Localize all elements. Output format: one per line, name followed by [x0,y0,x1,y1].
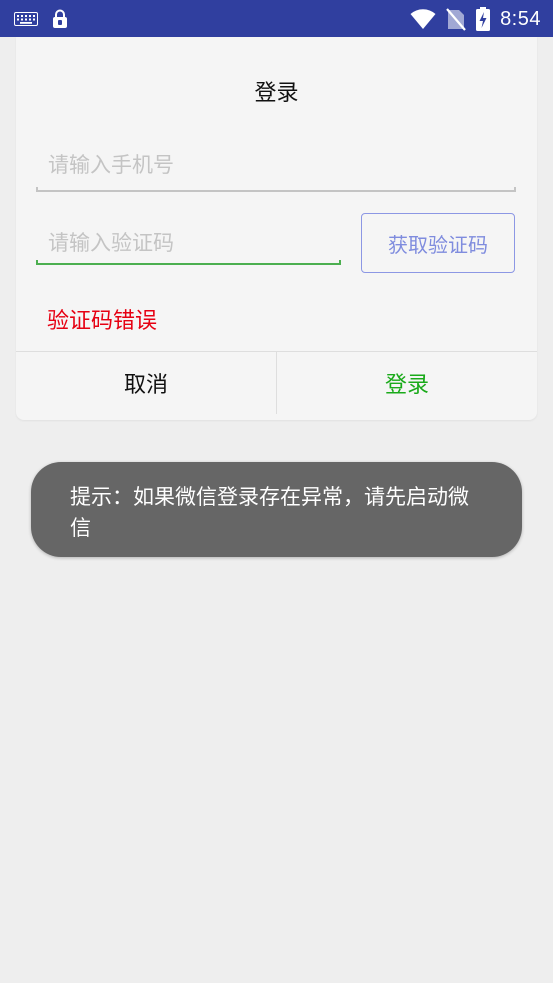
login-button[interactable]: 登录 [277,352,537,414]
no-sim-icon [446,7,466,31]
toast-message: 提示：如果微信登录存在异常，请先启动微信 [31,462,522,557]
clock-time: 8:54 [500,7,541,30]
get-verification-code-button[interactable]: 获取验证码 [361,213,515,273]
phone-number-input[interactable] [36,141,516,189]
error-message: 验证码错误 [47,309,158,334]
wifi-icon [410,8,436,30]
status-bar: 8:54 [0,0,553,37]
code-input-underline [36,260,341,265]
verification-code-input[interactable] [36,221,341,265]
cancel-button[interactable]: 取消 [16,352,276,414]
login-dialog: 登录 获取验证码 验证码错误 取消 登录 [16,37,537,420]
phone-input-underline [36,187,516,192]
battery-charging-icon [476,7,491,31]
lock-icon [52,9,68,29]
keyboard-icon [14,12,38,26]
dialog-button-row: 取消 登录 [16,352,537,414]
dialog-title: 登录 [254,81,299,106]
